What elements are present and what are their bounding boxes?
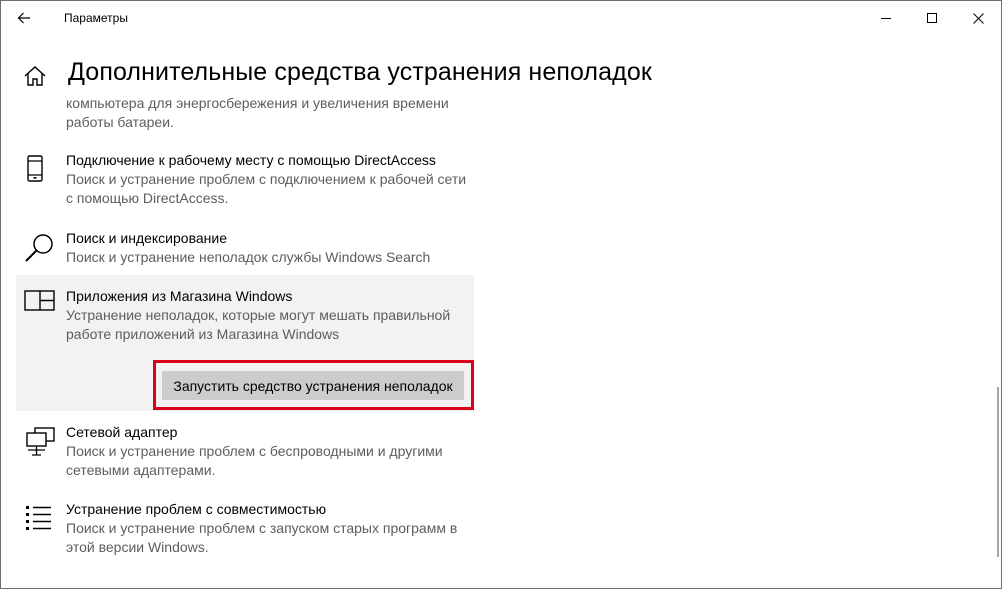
troubleshooter-windows-store-apps[interactable]: Приложения из Магазина Windows Устранени… <box>16 275 474 411</box>
home-button[interactable] <box>23 65 47 87</box>
previous-item-description: компьютера для энергосбережения и увелич… <box>66 95 449 130</box>
vertical-scrollbar[interactable] <box>994 35 1001 588</box>
troubleshooter-network-adapter[interactable]: Сетевой адаптер Поиск и устранение пробл… <box>16 423 474 483</box>
compatibility-list-icon-wrap <box>24 504 58 534</box>
store-apps-icon-wrap <box>24 289 58 319</box>
troubleshooter-compatibility[interactable]: Устранение проблем с совместимостью Поис… <box>16 500 474 560</box>
network-adapter-icon <box>26 427 55 456</box>
compatibility-list-icon <box>26 506 51 530</box>
maximize-button[interactable] <box>909 1 955 35</box>
search-icon <box>25 234 53 262</box>
back-button[interactable] <box>9 4 39 32</box>
item-title: Подключение к рабочему месту с помощью D… <box>66 152 436 168</box>
item-description: Поиск и устранение неполадок службы Wind… <box>66 249 431 265</box>
item-description: Поиск и устранение проблем с запуском ст… <box>66 520 458 555</box>
item-description: Устранение неполадок, которые могут меша… <box>66 307 451 342</box>
phone-icon-wrap <box>24 155 58 185</box>
run-troubleshooter-button[interactable]: Запустить средство устранения неполадок <box>162 371 464 400</box>
store-apps-icon <box>24 290 55 311</box>
scrollbar-thumb[interactable] <box>997 387 999 557</box>
close-button[interactable] <box>955 1 1001 35</box>
minimize-icon <box>880 17 891 19</box>
network-adapter-icon-wrap <box>24 427 58 457</box>
minimize-button[interactable] <box>863 1 909 35</box>
item-description: Поиск и устранение проблем с беспроводны… <box>66 443 443 478</box>
maximize-icon <box>926 12 937 23</box>
troubleshooter-directaccess[interactable]: Подключение к рабочему месту с помощью D… <box>16 151 474 211</box>
search-icon-wrap <box>24 233 58 263</box>
home-icon <box>24 66 46 86</box>
troubleshooter-search-indexing[interactable]: Поиск и индексирование Поиск и устранени… <box>16 229 474 269</box>
close-icon <box>972 12 984 24</box>
settings-window: Параметры Дополнительные средства устран… <box>0 0 1002 589</box>
back-arrow-icon <box>17 12 30 24</box>
window-title: Параметры <box>64 11 128 25</box>
item-description: Поиск и устранение проблем с подключение… <box>66 171 467 206</box>
title-bar: Параметры <box>1 1 1001 35</box>
phone-icon <box>27 155 43 182</box>
page-title: Дополнительные средства устранения непол… <box>68 58 652 86</box>
item-title: Сетевой адаптер <box>66 424 178 440</box>
item-title: Поиск и индексирование <box>66 230 227 246</box>
item-title: Приложения из Магазина Windows <box>66 288 293 304</box>
item-title: Устранение проблем с совместимостью <box>66 501 327 517</box>
